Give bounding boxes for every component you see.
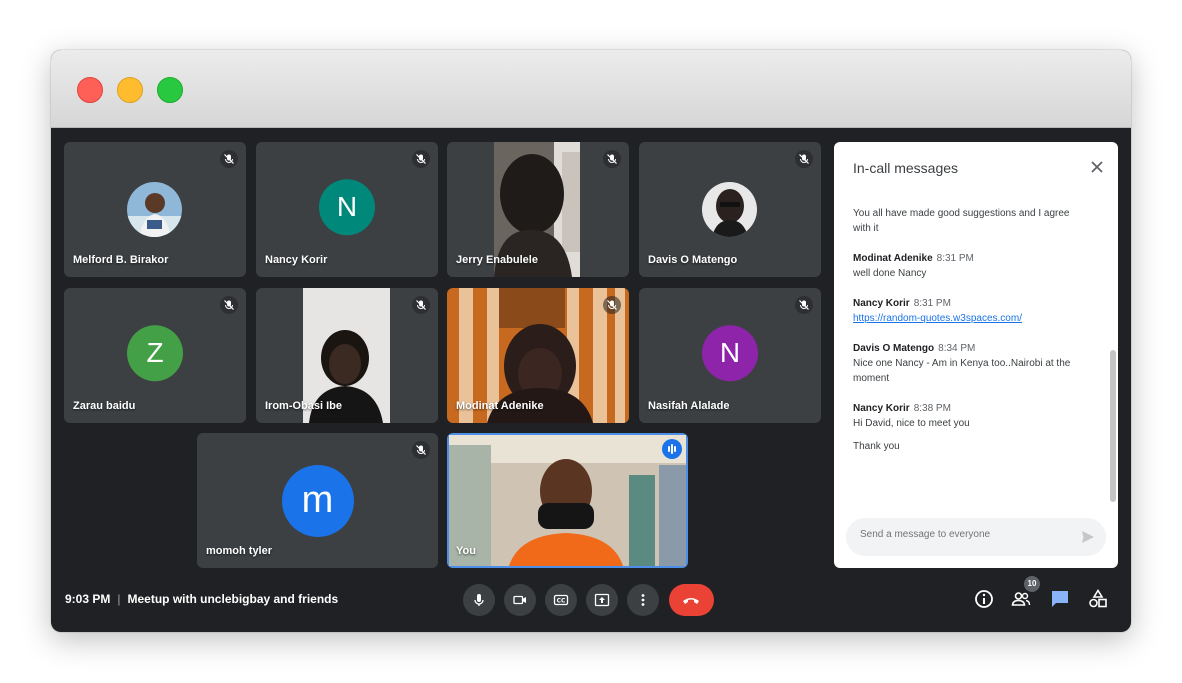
participant-tile[interactable]: N Nasifah Alalade <box>639 288 821 423</box>
chat-message: Davis O Matengo 8:34 PM Nice one Nancy - … <box>853 341 1083 386</box>
participant-name: Jerry Enabulele <box>456 254 538 266</box>
mic-off-icon <box>412 150 430 168</box>
participant-tile[interactable]: Modinat Adenike <box>447 288 629 423</box>
message-compose <box>846 518 1106 556</box>
bottom-bar: 9:03 PM | Meetup with unclebigbay and frie… <box>51 576 1131 632</box>
clock-time: 9:03 PM <box>65 592 111 606</box>
people-icon[interactable] <box>1010 588 1032 610</box>
present-button[interactable] <box>586 584 618 616</box>
message-time: 8:31 PM <box>936 253 974 264</box>
avatar: m <box>281 464 354 537</box>
participant-photo <box>127 182 182 237</box>
message-time: 8:31 PM <box>913 298 951 309</box>
message-sender: Nancy Korir <box>853 403 910 414</box>
mic-off-icon <box>795 296 813 314</box>
more-options-button[interactable] <box>627 584 659 616</box>
mic-off-icon <box>603 296 621 314</box>
mic-button[interactable] <box>463 584 495 616</box>
mic-off-icon <box>412 441 430 459</box>
mic-off-icon <box>795 150 813 168</box>
participant-tile[interactable]: Melford B. Birakor <box>64 142 246 277</box>
chat-message: You all have made good suggestions and I… <box>853 206 1083 236</box>
title-bar <box>51 50 1131 128</box>
avatar: N <box>702 324 758 381</box>
participant-name: Modinat Adenike <box>456 400 544 412</box>
message-sender: Davis O Matengo <box>853 343 935 354</box>
message-sender: Modinat Adenike <box>853 253 933 264</box>
participant-tile[interactable]: Davis O Matengo <box>639 142 821 277</box>
avatar: Z <box>127 324 183 381</box>
minimize-window-button[interactable] <box>117 77 143 103</box>
participant-name: Zarau baidu <box>73 400 136 412</box>
camera-button[interactable] <box>504 584 536 616</box>
meeting-info: 9:03 PM | Meetup with unclebigbay and frie… <box>65 592 338 606</box>
mic-off-icon <box>412 296 430 314</box>
participant-photo <box>702 182 757 237</box>
info-icon[interactable] <box>973 588 995 610</box>
chat-icon[interactable] <box>1049 588 1071 610</box>
scrollbar[interactable] <box>1110 350 1116 502</box>
svg-text:CC: CC <box>557 598 566 605</box>
chat-message: Nancy Korir 8:31 PM https://random-quotes… <box>853 296 1083 326</box>
mic-off-icon <box>220 150 238 168</box>
message-time: 8:34 PM <box>938 343 976 354</box>
close-icon[interactable] <box>1088 158 1106 176</box>
panel-title: In-call messages <box>853 160 959 176</box>
maximize-window-button[interactable] <box>157 77 183 103</box>
self-video <box>449 435 686 566</box>
participant-name: Nasifah Alalade <box>648 400 730 412</box>
message-text: You all have made good suggestions and I… <box>853 208 1070 234</box>
participant-tile[interactable]: N Nancy Korir <box>256 142 438 277</box>
message-text: well done Nancy <box>853 268 927 279</box>
participant-name: Davis O Matengo <box>648 254 738 266</box>
message-input[interactable] <box>858 528 1072 541</box>
send-icon[interactable] <box>1080 529 1096 550</box>
participant-tile[interactable]: Jerry Enabulele <box>447 142 629 277</box>
separator: | <box>117 592 121 606</box>
participant-name: Irom-Obasi Ibe <box>265 400 343 412</box>
participant-name: Nancy Korir <box>265 254 328 266</box>
message-list: You all have made good suggestions and I… <box>853 206 1083 469</box>
self-video-tile[interactable]: You <box>447 433 688 568</box>
close-window-button[interactable] <box>77 77 103 103</box>
leave-call-button[interactable] <box>669 584 714 616</box>
message-link[interactable]: https://random-quotes.w3spaces.com/ <box>853 311 1083 326</box>
activities-icon[interactable] <box>1087 588 1109 610</box>
meet-window: Melford B. Birakor N Nancy Korir Jerry E… <box>51 50 1131 632</box>
message-text: Hi David, nice to meet you <box>853 418 970 429</box>
speaking-indicator-icon <box>662 439 682 459</box>
participant-tile[interactable]: m momoh tyler <box>197 433 438 568</box>
in-call-messages-panel: In-call messages You all have made good … <box>834 142 1118 568</box>
chat-message: Modinat Adenike 8:31 PM well done Nancy <box>853 251 1083 281</box>
meeting-title: Meetup with unclebigbay and friends <box>127 592 339 606</box>
participant-tile[interactable]: Irom-Obasi Ibe <box>256 288 438 423</box>
message-text: Thank you <box>853 441 900 452</box>
captions-button[interactable]: CC <box>545 584 577 616</box>
message-text: Nice one Nancy - Am in Kenya too..Nairob… <box>853 358 1071 384</box>
mic-off-icon <box>603 150 621 168</box>
avatar: N <box>319 178 375 235</box>
mic-off-icon <box>220 296 238 314</box>
chat-message: Nancy Korir 8:38 PM Hi David, nice to mee… <box>853 401 1083 454</box>
message-sender: Nancy Korir <box>853 298 910 309</box>
participant-name: You <box>456 545 476 557</box>
participant-name: momoh tyler <box>206 545 273 557</box>
message-time: 8:38 PM <box>913 403 951 414</box>
participant-name: Melford B. Birakor <box>73 254 169 266</box>
participant-tile[interactable]: Z Zarau baidu <box>64 288 246 423</box>
